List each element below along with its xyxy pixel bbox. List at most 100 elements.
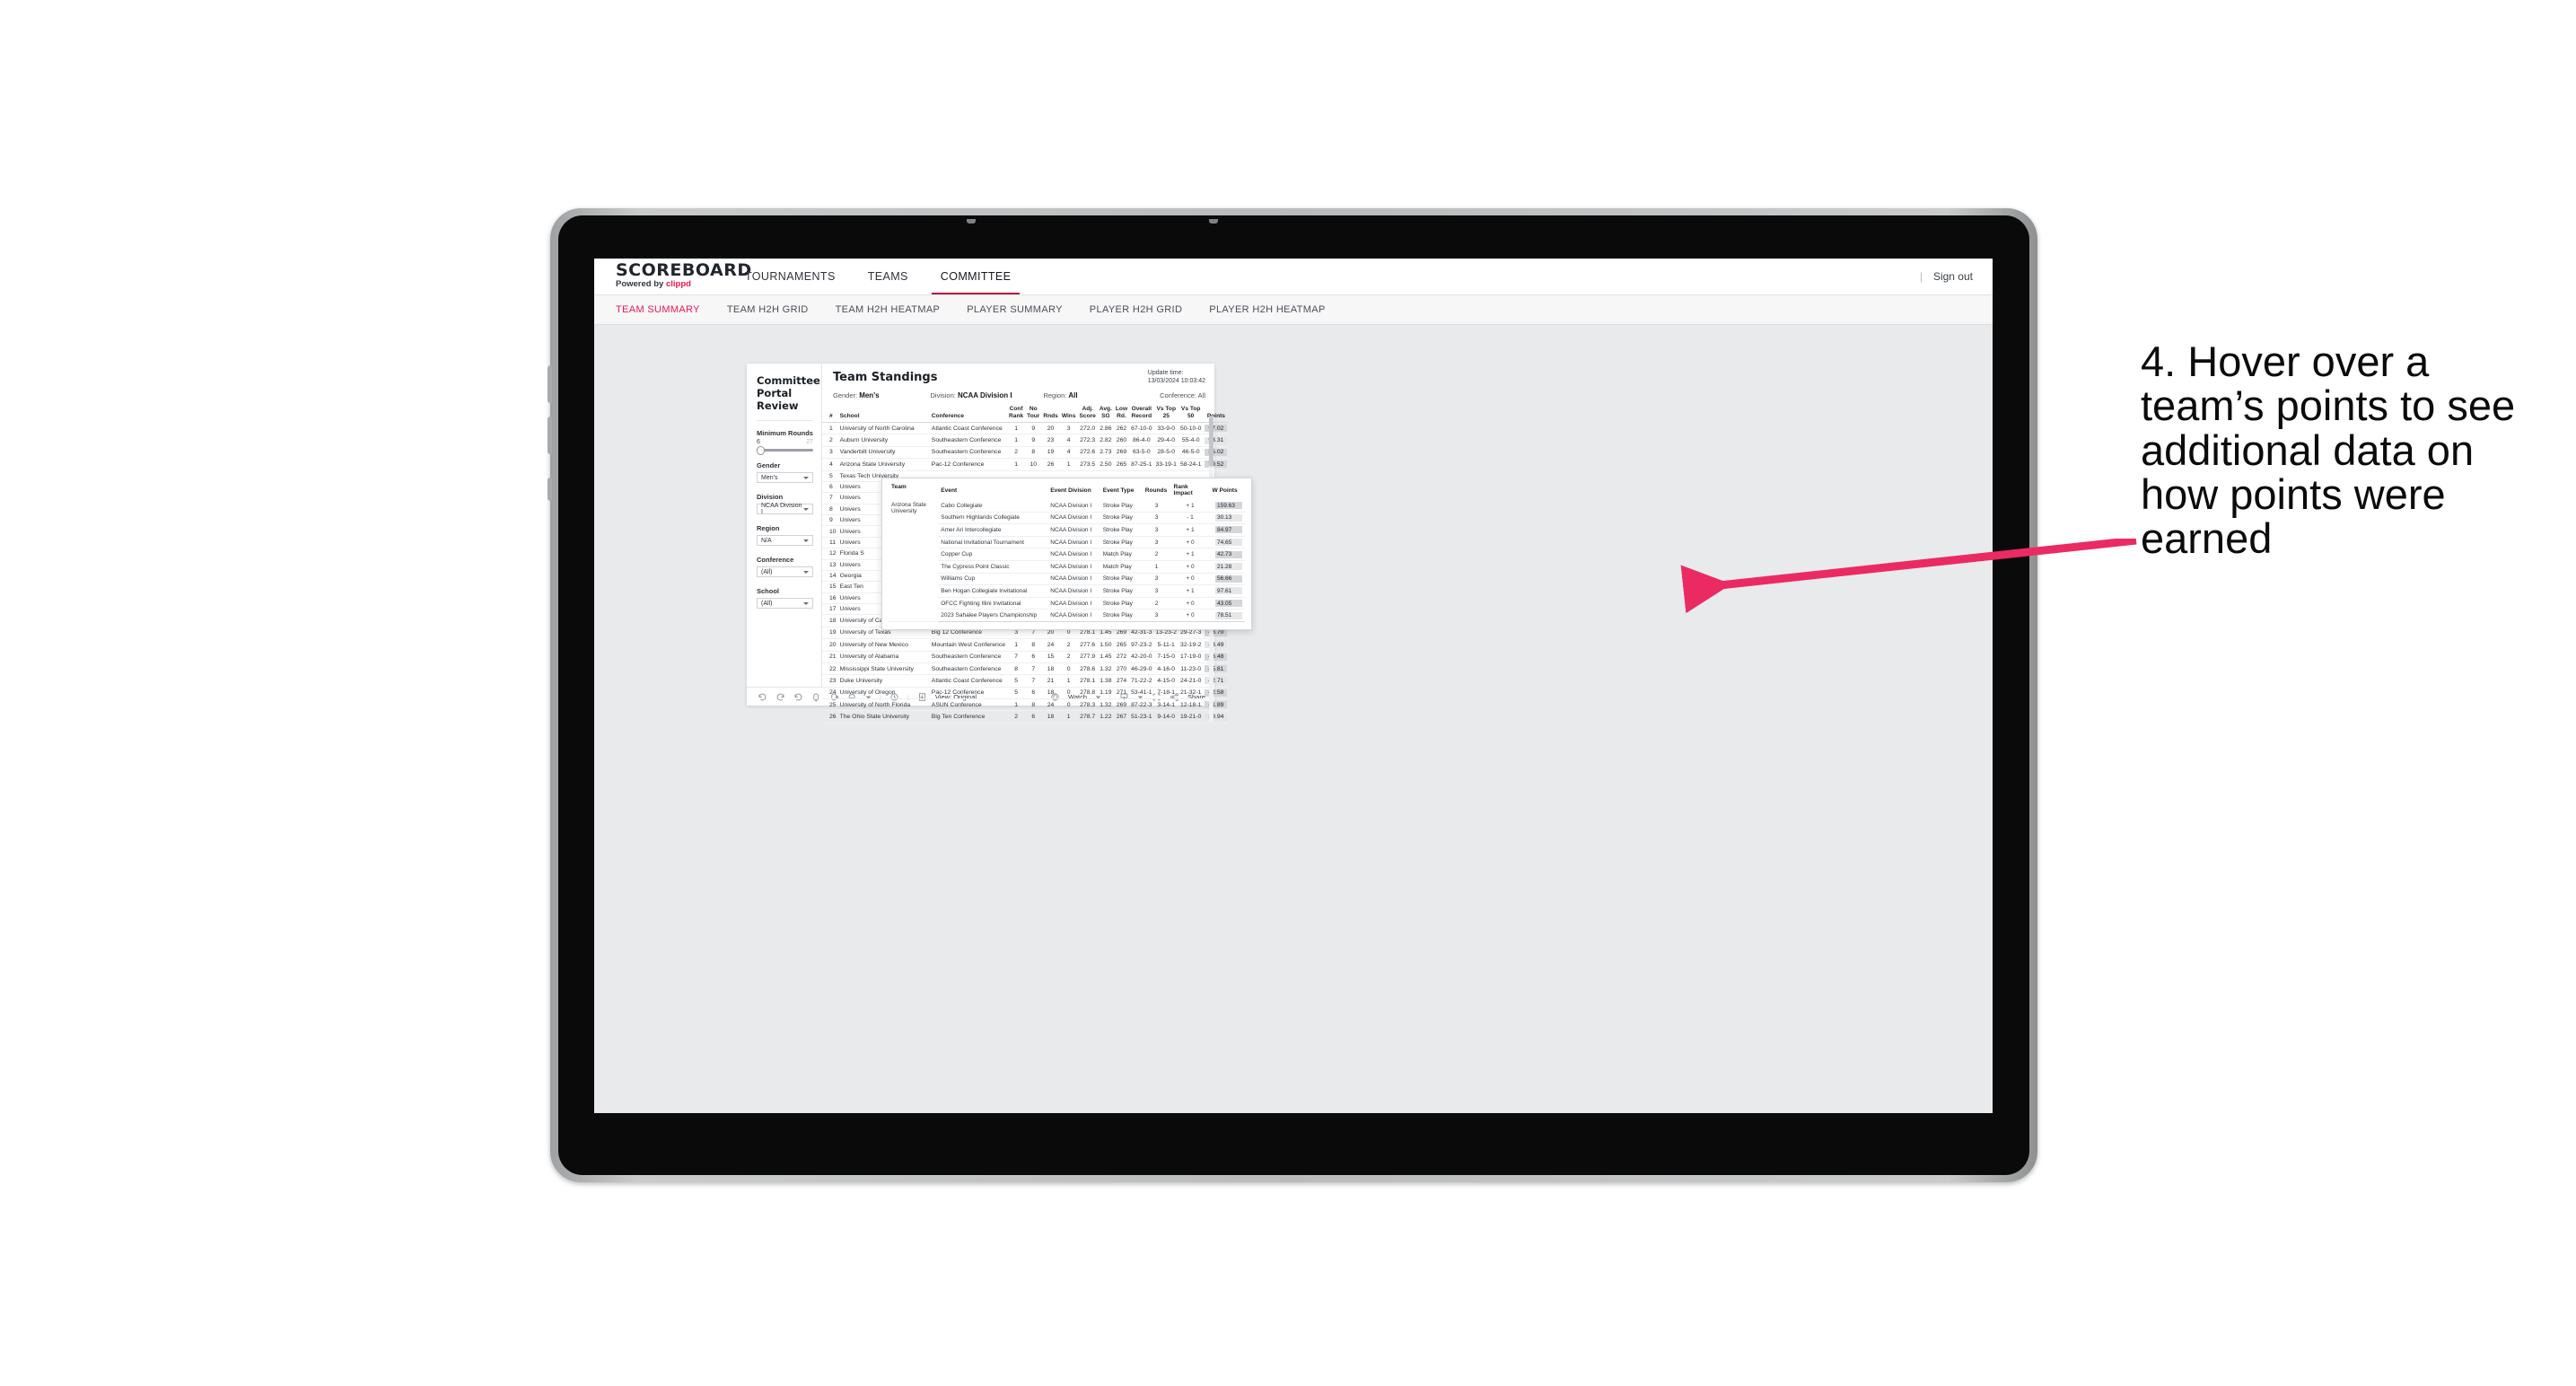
tooltip-col-event-division: Event Division	[1050, 487, 1091, 494]
redo-icon[interactable]	[775, 692, 785, 702]
cell-num: 21	[822, 651, 838, 663]
tooltip-cell-event: Copper Cup	[938, 548, 1048, 561]
table-row[interactable]: 2 Auburn University Southeastern Conferenc…	[822, 434, 1230, 447]
tooltip-cell-impact: + 1	[1170, 500, 1210, 513]
col-school[interactable]: School	[837, 406, 930, 423]
subnav-item-team-summary[interactable]: TEAM SUMMARY	[616, 304, 700, 315]
tooltip-cell-division: NCAA Division I	[1047, 597, 1100, 610]
filter-label-division: Division	[757, 493, 784, 501]
cell-adj_score: 277.6	[1077, 638, 1098, 652]
cell-school: University of North Carolina	[837, 422, 930, 435]
subnav-item-player-summary[interactable]: PLAYER SUMMARY	[967, 304, 1063, 315]
cell-adj_score: 278.6	[1077, 662, 1098, 676]
cell-conf_rank: 1	[1007, 698, 1026, 712]
tooltip-cell-division: NCAA Division I	[1047, 560, 1100, 574]
col-overall-record[interactable]: Overall Record	[1129, 406, 1154, 423]
tooltip-col-team: Team	[891, 484, 907, 490]
cell-wins: 1	[1059, 710, 1078, 724]
slider-min-value: 6	[757, 439, 760, 445]
table-row[interactable]: 23 Duke University Atlantic Coast Conferen…	[822, 674, 1230, 688]
col-rank[interactable]: #	[822, 406, 838, 423]
school-select-value: (All)	[761, 600, 773, 607]
undo-icon[interactable]	[758, 692, 767, 702]
conference-select[interactable]: (All)	[757, 566, 813, 577]
meta-conference-label: Conference:	[1160, 391, 1198, 399]
portal-title: Committee Portal Review	[757, 374, 820, 412]
cell-overall: 46-29-0	[1129, 662, 1154, 676]
tooltip-cell-type: Stroke Play	[1100, 536, 1143, 549]
col-low-rd[interactable]: Low Rd.	[1113, 406, 1130, 423]
topnav-item-committee[interactable]: COMMITTEE	[924, 259, 1028, 294]
minimum-rounds-slider[interactable]	[757, 445, 813, 455]
cell-avg_sg: 1.32	[1097, 698, 1114, 712]
col-vs-top-50[interactable]: Vs Top 50	[1178, 406, 1204, 423]
meta-division-label: Division:	[930, 391, 958, 399]
table-row[interactable]: 21 University of Alabama Southeastern Conf…	[822, 651, 1230, 663]
cell-overall: 67-10-0	[1129, 422, 1154, 435]
table-row[interactable]: 24 University of Oregon Pac-12 Conference 5…	[822, 687, 1230, 700]
annotation-text: 4. Hover over a team’s points to see add…	[2141, 338, 2516, 563]
slider-handle[interactable]	[757, 445, 765, 455]
table-row[interactable]: 25 University of North Florida ASUN Confer…	[822, 698, 1230, 712]
col-avg-sg[interactable]: Avg. SG	[1097, 406, 1114, 423]
cell-vs25: 4-15-0	[1153, 674, 1178, 688]
cell-no_tour: 10	[1025, 458, 1042, 471]
col-wins[interactable]: Wins	[1059, 406, 1078, 423]
col-points[interactable]: Points	[1203, 406, 1230, 423]
table-row[interactable]: 4 Arizona State University Pac-12 Conferen…	[822, 458, 1230, 471]
cell-school: Vanderbilt University	[837, 446, 930, 460]
sign-out-link[interactable]: Sign out	[1933, 270, 1973, 283]
cell-rnds: 24	[1041, 638, 1060, 652]
cell-vs25: 33-9-0	[1153, 422, 1178, 435]
volume-down-button[interactable]	[548, 417, 552, 454]
cell-num: 26	[822, 710, 838, 724]
gender-select[interactable]: Men's	[757, 472, 813, 483]
col-vs-top-25[interactable]: Vs Top 25	[1153, 406, 1178, 423]
subnav-item-player-h2h-grid[interactable]: PLAYER H2H GRID	[1090, 304, 1182, 315]
cell-low_rd: 262	[1113, 422, 1130, 435]
cell-points: 42.58	[1203, 687, 1230, 700]
cell-vs50: 55-4-0	[1178, 434, 1204, 447]
topnav-item-tournaments[interactable]: TOURNAMENTS	[729, 259, 852, 294]
cell-school: The Ohio State University	[837, 710, 930, 724]
col-adj-score[interactable]: Adj. Score	[1077, 406, 1098, 423]
region-select[interactable]: N/A	[757, 535, 813, 546]
subnav-item-team-h2h-grid[interactable]: TEAM H2H GRID	[727, 304, 809, 315]
tooltip-cell-event: Amer Ari Intercollegiate	[938, 523, 1048, 537]
col-rnds[interactable]: Rnds	[1041, 406, 1060, 423]
table-row[interactable]: 20 University of New Mexico Mountain West …	[822, 638, 1230, 652]
subnav-item-team-h2h-heatmap[interactable]: TEAM H2H HEATMAP	[836, 304, 941, 315]
cell-vs25: 28-5-0	[1153, 446, 1178, 460]
cell-vs25: 33-19-1	[1153, 458, 1178, 471]
cell-vs25: 7-15-0	[1153, 651, 1178, 663]
refresh-data-icon[interactable]	[811, 692, 821, 702]
tooltip-table: Team Event Event Division Event Type Rou…	[889, 484, 1245, 622]
volume-up-button[interactable]	[548, 365, 552, 403]
revert-icon[interactable]	[793, 692, 803, 702]
cell-school: University of North Florida	[837, 698, 930, 712]
col-conference[interactable]: Conference	[929, 406, 1008, 423]
cell-num: 15	[822, 581, 838, 593]
table-row[interactable]: 26 The Ohio State University Big Ten Confe…	[822, 710, 1230, 724]
power-button[interactable]	[548, 478, 552, 501]
cell-overall: 53-41-1	[1129, 687, 1154, 700]
cell-low_rd: 269	[1113, 698, 1130, 712]
cell-points: 79.52	[1203, 458, 1230, 471]
col-no-tour[interactable]: No Tour	[1025, 406, 1042, 423]
cell-conf_rank: 2	[1007, 446, 1026, 460]
brand-logo[interactable]: SCOREBOARD Powered by clippd	[594, 259, 751, 294]
table-row[interactable]: 3 Vanderbilt University Southeastern Confe…	[822, 446, 1230, 460]
division-select[interactable]: NCAA Division I	[757, 503, 813, 515]
cell-rnds: 26	[1041, 458, 1060, 471]
table-scrollbar-thumb[interactable]	[1209, 417, 1214, 467]
cell-no_tour: 6	[1025, 710, 1042, 724]
table-row[interactable]: 22 Mississippi State University Southeaste…	[822, 662, 1230, 676]
tooltip-cell-impact: + 1	[1170, 523, 1210, 537]
tooltip-cell-type: Stroke Play	[1100, 512, 1143, 525]
tooltip-table-body: Arizona State University Cabo Collegiate N…	[889, 500, 1245, 622]
school-select[interactable]: (All)	[757, 598, 813, 609]
topnav-item-teams[interactable]: TEAMS	[852, 259, 924, 294]
table-row[interactable]: 1 University of North Carolina Atlantic Co…	[822, 422, 1230, 435]
subnav-item-player-h2h-heatmap[interactable]: PLAYER H2H HEATMAP	[1209, 304, 1325, 315]
col-conf-rank[interactable]: Conf Rank	[1007, 406, 1026, 423]
